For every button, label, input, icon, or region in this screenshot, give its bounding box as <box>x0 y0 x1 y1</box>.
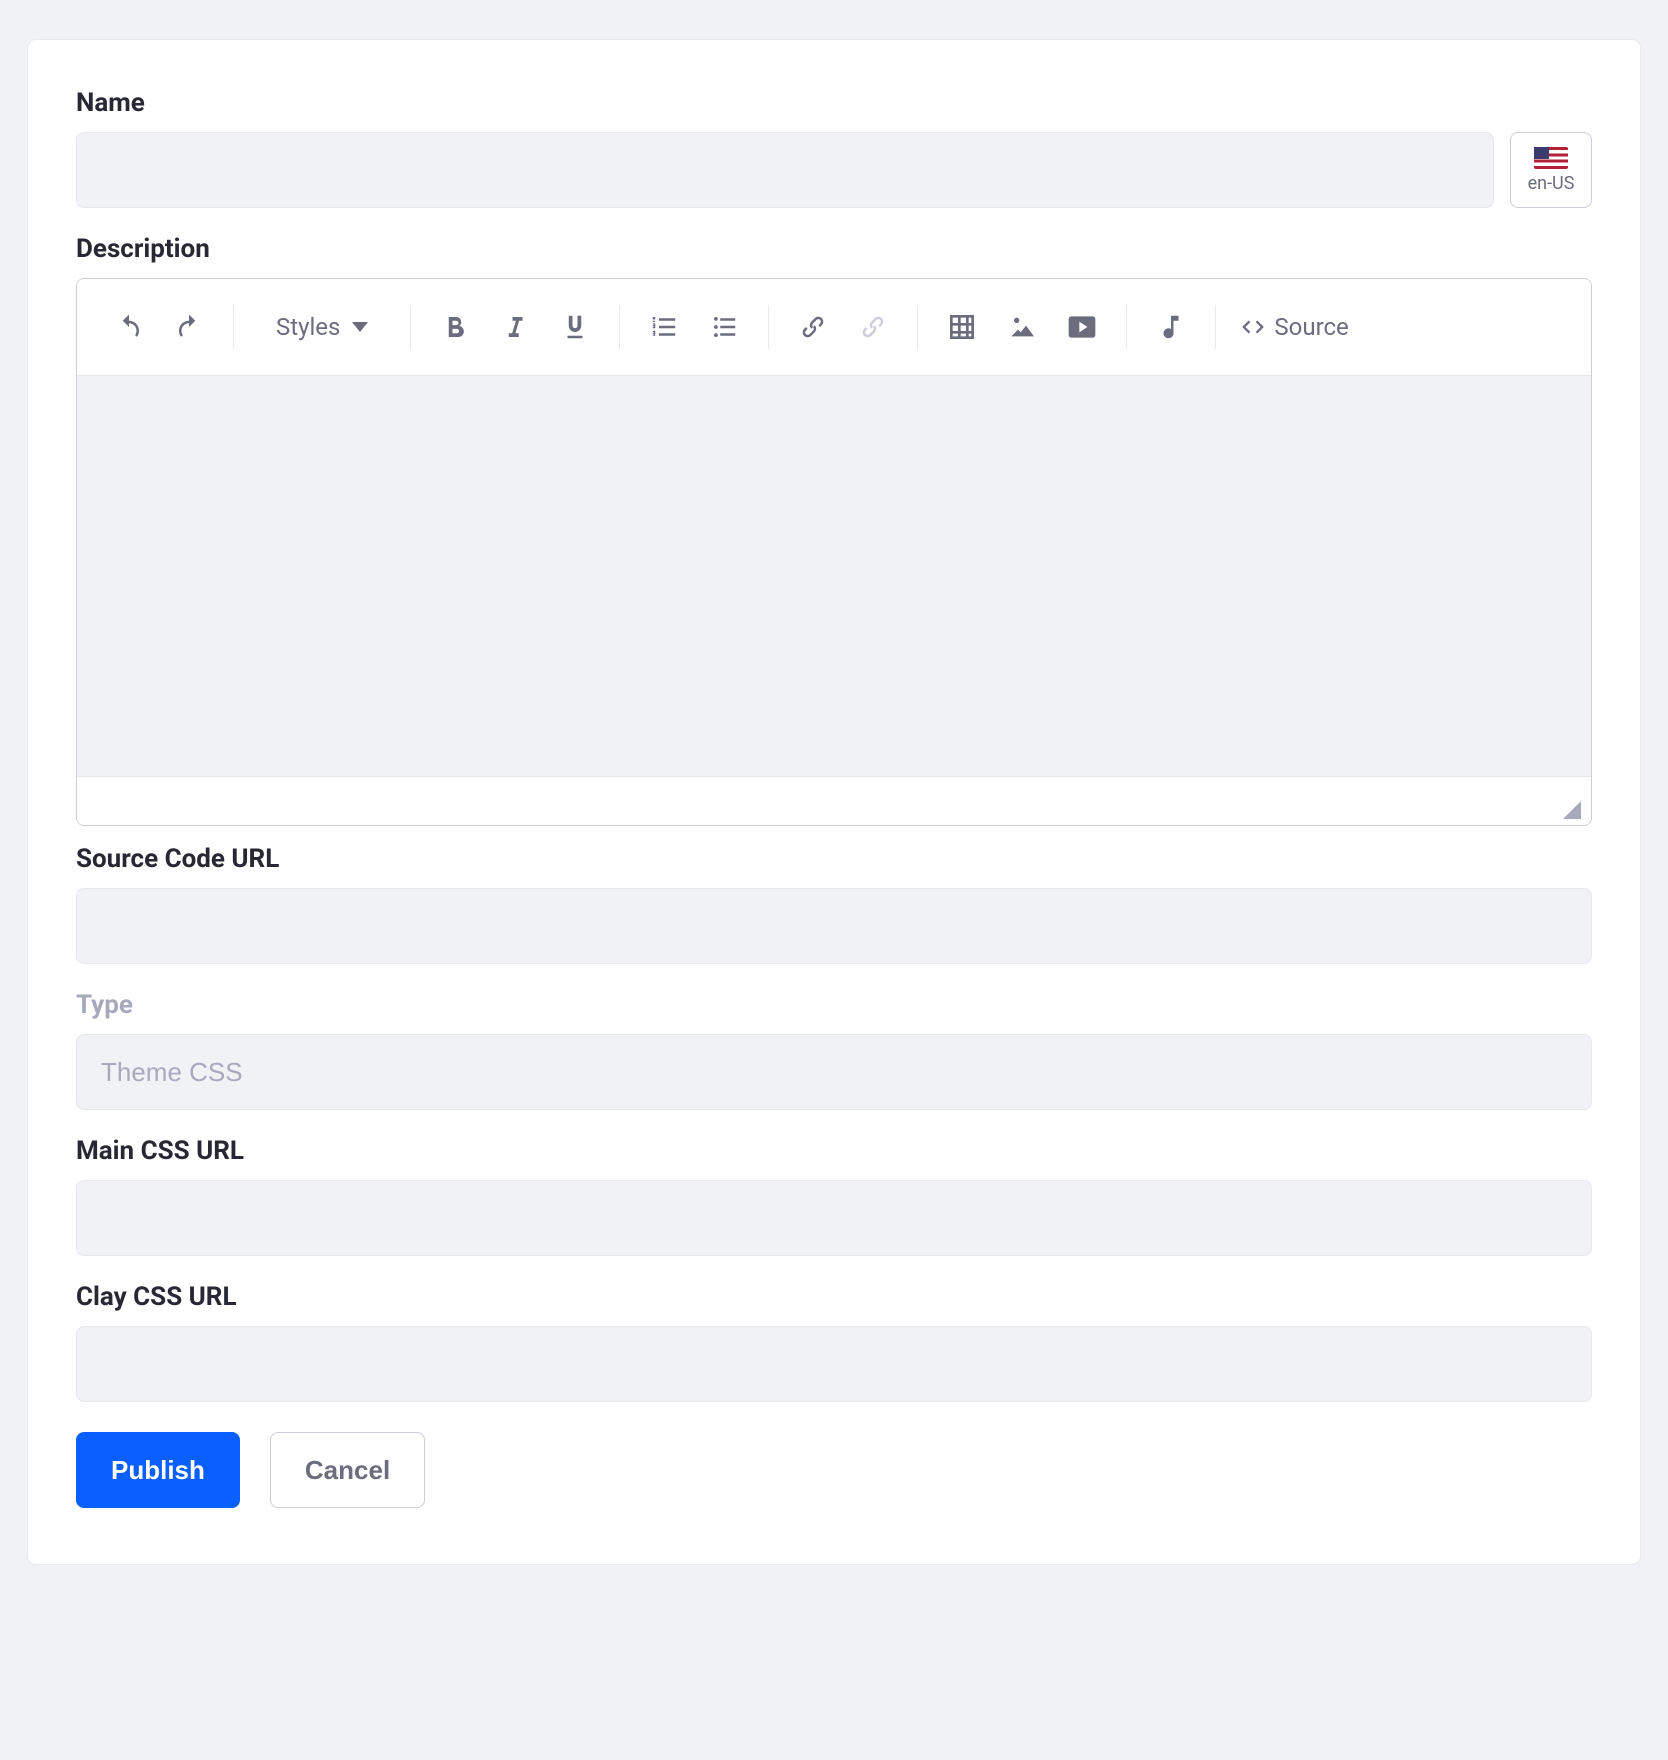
redo-icon <box>174 312 204 342</box>
clay-css-url-label: Clay CSS URL <box>76 1282 1592 1312</box>
unordered-list-icon <box>709 312 739 342</box>
unlink-icon <box>858 312 888 342</box>
caret-down-icon <box>352 322 368 332</box>
bold-icon <box>440 312 470 342</box>
table-icon <box>946 311 978 343</box>
italic-icon <box>500 312 530 342</box>
video-icon <box>1066 311 1098 343</box>
toolbar-separator <box>233 305 234 349</box>
unordered-list-button[interactable] <box>694 297 754 357</box>
ordered-list-button[interactable] <box>634 297 694 357</box>
toolbar-separator <box>1215 305 1216 349</box>
main-css-url-input[interactable] <box>76 1180 1592 1256</box>
undo-button[interactable] <box>99 297 159 357</box>
ordered-list-icon <box>649 312 679 342</box>
clay-css-url-input[interactable] <box>76 1326 1592 1402</box>
locale-code: en-US <box>1528 173 1575 194</box>
type-input <box>76 1034 1592 1110</box>
rich-text-editor: Styles <box>76 278 1592 826</box>
italic-button[interactable] <box>485 297 545 357</box>
cancel-button[interactable]: Cancel <box>270 1432 425 1508</box>
name-label: Name <box>76 88 1592 118</box>
toolbar-separator <box>1126 305 1127 349</box>
type-label: Type <box>76 990 1592 1020</box>
flag-us-icon <box>1534 147 1568 169</box>
undo-icon <box>114 312 144 342</box>
toolbar-separator <box>768 305 769 349</box>
form-card: Name en-US Description <box>28 40 1640 1564</box>
locale-selector[interactable]: en-US <box>1510 132 1592 208</box>
redo-button[interactable] <box>159 297 219 357</box>
unlink-button[interactable] <box>843 297 903 357</box>
audio-button[interactable] <box>1141 297 1201 357</box>
toolbar-separator <box>917 305 918 349</box>
main-css-url-label: Main CSS URL <box>76 1136 1592 1166</box>
bold-button[interactable] <box>425 297 485 357</box>
image-button[interactable] <box>992 297 1052 357</box>
editor-toolbar: Styles <box>77 279 1591 376</box>
editor-footer <box>77 777 1591 825</box>
table-button[interactable] <box>932 297 992 357</box>
source-button-label: Source <box>1274 313 1348 341</box>
underline-button[interactable] <box>545 297 605 357</box>
editor-content-area[interactable] <box>77 376 1591 777</box>
toolbar-separator <box>410 305 411 349</box>
form-actions: Publish Cancel <box>76 1432 1592 1508</box>
resize-handle-icon[interactable] <box>1563 801 1581 819</box>
toolbar-separator <box>619 305 620 349</box>
music-note-icon <box>1156 312 1186 342</box>
code-icon <box>1240 314 1266 340</box>
description-label: Description <box>76 234 1592 264</box>
video-button[interactable] <box>1052 297 1112 357</box>
source-code-url-label: Source Code URL <box>76 844 1592 874</box>
styles-dropdown-label: Styles <box>276 313 340 341</box>
name-input[interactable] <box>76 132 1494 208</box>
source-code-url-input[interactable] <box>76 888 1592 964</box>
link-button[interactable] <box>783 297 843 357</box>
underline-icon <box>560 312 590 342</box>
styles-dropdown[interactable]: Styles <box>248 313 396 341</box>
publish-button[interactable]: Publish <box>76 1432 240 1508</box>
image-icon <box>1006 311 1038 343</box>
link-icon <box>798 312 828 342</box>
source-button[interactable]: Source <box>1230 313 1358 341</box>
